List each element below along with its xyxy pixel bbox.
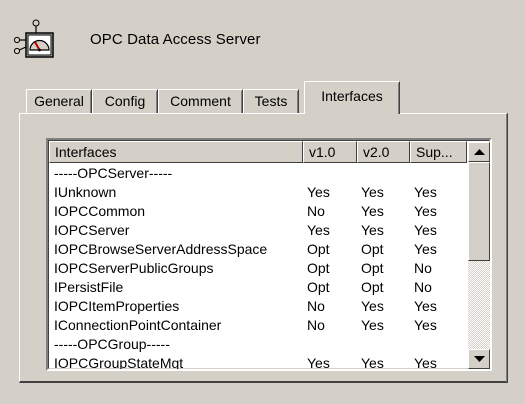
- arrow-up-icon: [474, 149, 485, 155]
- v1-cell: No: [307, 298, 325, 314]
- list-row[interactable]: IOPCBrowseServerAddressSpace Opt Opt Yes: [49, 241, 467, 258]
- v2-cell: Yes: [361, 222, 384, 238]
- interface-name-cell: IUnknown: [54, 184, 117, 200]
- v1-cell: No: [307, 317, 325, 333]
- column-header-v1[interactable]: v1.0: [303, 141, 357, 163]
- list-row[interactable]: IUnknown Yes Yes Yes: [49, 184, 467, 201]
- interface-name-cell: IConnectionPointContainer: [54, 317, 222, 333]
- v2-cell: Yes: [361, 317, 384, 333]
- scroll-down-button[interactable]: [468, 349, 490, 369]
- v1-cell: Opt: [307, 260, 330, 276]
- supported-cell: Yes: [414, 222, 437, 238]
- interface-name-cell: IOPCCommon: [54, 203, 146, 219]
- v2-cell: Opt: [361, 241, 384, 257]
- supported-cell: Yes: [414, 317, 437, 333]
- supported-cell: Yes: [414, 298, 437, 314]
- scroll-up-button[interactable]: [468, 142, 490, 162]
- tab-interfaces[interactable]: Interfaces: [304, 81, 400, 114]
- tab-general[interactable]: General: [26, 89, 92, 113]
- window-header: OPC Data Access Server: [0, 0, 525, 80]
- list-row[interactable]: IOPCItemProperties No Yes Yes: [49, 298, 467, 315]
- interface-name-cell: IOPCBrowseServerAddressSpace: [54, 241, 268, 257]
- supported-cell: Yes: [414, 184, 437, 200]
- list-row[interactable]: IOPCServer Yes Yes Yes: [49, 222, 467, 239]
- interface-name-cell: IOPCGroupStateMgt: [54, 355, 184, 371]
- v2-cell: Yes: [361, 298, 384, 314]
- tab-tests[interactable]: Tests: [243, 89, 299, 113]
- v2-cell: Yes: [361, 203, 384, 219]
- arrow-down-icon: [474, 356, 485, 362]
- v2-cell: Yes: [361, 184, 384, 200]
- supported-cell: Yes: [414, 355, 437, 371]
- server-gauge-icon: [13, 18, 56, 58]
- v2-cell: Yes: [361, 355, 384, 371]
- list-row[interactable]: -----OPCServer-----: [49, 165, 467, 182]
- v1-cell: Yes: [307, 222, 330, 238]
- column-header-supported[interactable]: Sup...: [410, 141, 467, 163]
- v2-cell: Opt: [361, 260, 384, 276]
- v1-cell: Yes: [307, 184, 330, 200]
- list-row[interactable]: IOPCCommon No Yes Yes: [49, 203, 467, 220]
- tab-comment[interactable]: Comment: [158, 89, 243, 113]
- supported-cell: Yes: [414, 203, 437, 219]
- supported-cell: Yes: [414, 241, 437, 257]
- interface-name-cell: -----OPCServer-----: [54, 165, 173, 181]
- list-row[interactable]: IOPCGroupStateMgt Yes Yes Yes: [49, 355, 467, 371]
- scroll-thumb[interactable]: [468, 162, 490, 261]
- list-row[interactable]: IOPCServerPublicGroups Opt Opt No: [49, 260, 467, 277]
- supported-cell: No: [414, 279, 432, 295]
- interface-name-cell: IOPCServer: [54, 222, 130, 238]
- interfaces-rows: -----OPCServer----- IUnknown Yes Yes Yes IOPC…: [49, 163, 467, 371]
- interface-name-cell: IOPCItemProperties: [54, 298, 180, 314]
- column-header-interfaces[interactable]: Interfaces: [49, 141, 303, 163]
- tab-config[interactable]: Config: [92, 89, 158, 113]
- column-header-v2[interactable]: v2.0: [357, 141, 410, 163]
- v1-cell: No: [307, 203, 325, 219]
- v1-cell: Opt: [307, 241, 330, 257]
- interface-name-cell: IPersistFile: [54, 279, 124, 295]
- supported-cell: No: [414, 260, 432, 276]
- interface-name-cell: -----OPCGroup-----: [54, 336, 170, 352]
- v2-cell: Opt: [361, 279, 384, 295]
- interfaces-listview[interactable]: Interfaces v1.0 v2.0 Sup... -----OPCServ…: [46, 138, 492, 371]
- v1-cell: Yes: [307, 355, 330, 371]
- server-title: OPC Data Access Server: [90, 31, 261, 48]
- list-row[interactable]: -----OPCGroup-----: [49, 336, 467, 353]
- list-row[interactable]: IPersistFile Opt Opt No: [49, 279, 467, 296]
- interface-name-cell: IOPCServerPublicGroups: [54, 260, 214, 276]
- list-row[interactable]: IConnectionPointContainer No Yes Yes: [49, 317, 467, 334]
- vertical-scrollbar[interactable]: [468, 142, 490, 369]
- v1-cell: Opt: [307, 279, 330, 295]
